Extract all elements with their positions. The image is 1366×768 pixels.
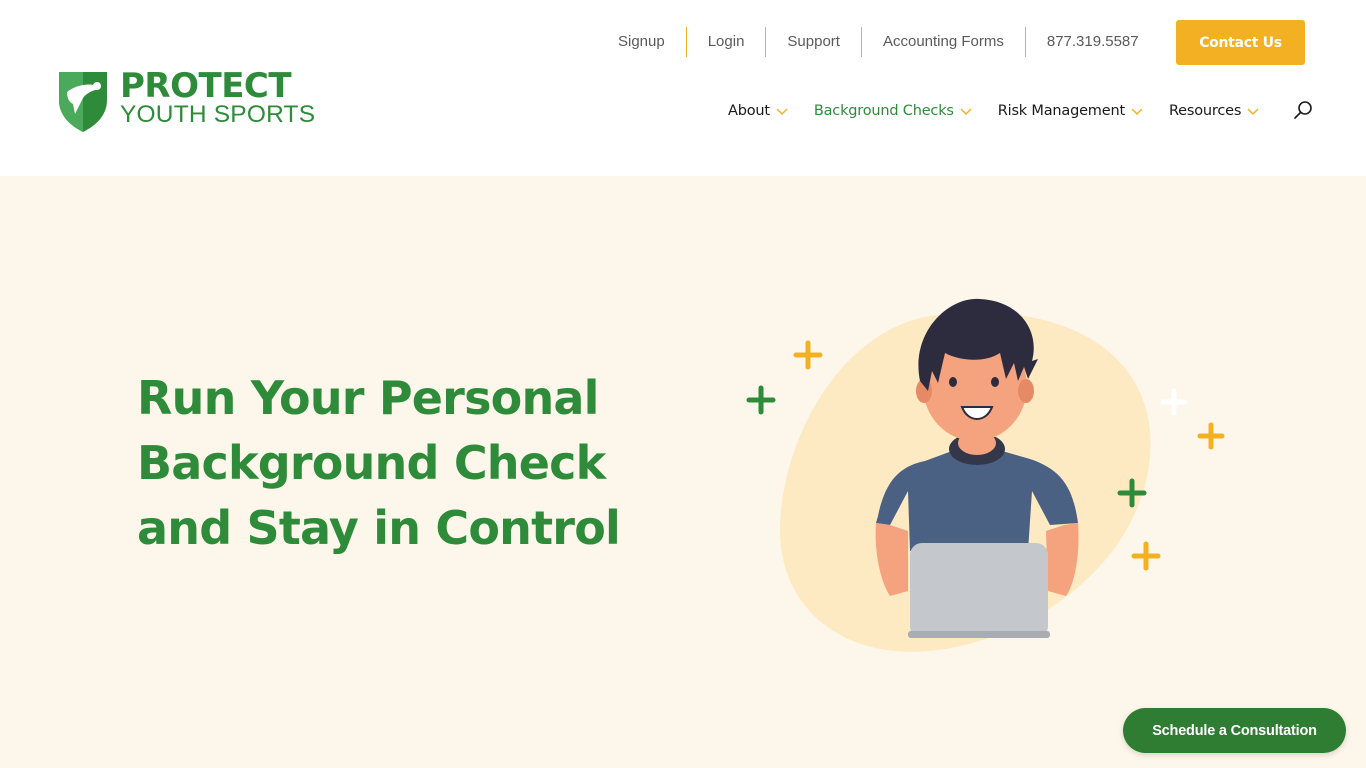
chevron-down-icon xyxy=(776,108,788,116)
phone-link[interactable]: 877.319.5587 xyxy=(1024,27,1160,57)
nav-item-about[interactable]: About xyxy=(728,103,788,119)
plus-icon xyxy=(1131,541,1161,571)
shield-logo-icon xyxy=(59,72,107,132)
main-nav: About Background Checks Risk Management … xyxy=(728,99,1285,123)
hero-title: Run Your Personal Background Check and S… xyxy=(137,366,697,561)
search-icon[interactable] xyxy=(1293,99,1315,121)
hero-title-line: and Stay in Control xyxy=(137,501,621,555)
nav-item-background-checks[interactable]: Background Checks xyxy=(814,103,972,119)
plus-icon xyxy=(1160,388,1188,416)
site-header: PROTECT YOUTH SPORTS Signup Login Suppor… xyxy=(0,0,1366,176)
utility-nav: Signup Login Support Accounting Forms 87… xyxy=(600,27,1160,57)
hero-section: Run Your Personal Background Check and S… xyxy=(0,176,1366,768)
person-laptop-illustration xyxy=(746,298,1225,652)
nav-item-resources[interactable]: Resources xyxy=(1169,103,1259,119)
nav-item-label: About xyxy=(728,103,770,119)
hero-title-line: Background Check xyxy=(137,436,606,490)
site-logo[interactable]: PROTECT YOUTH SPORTS xyxy=(57,66,317,134)
chevron-down-icon xyxy=(1247,108,1259,116)
chevron-down-icon xyxy=(1131,108,1143,116)
contact-us-button[interactable]: Contact Us xyxy=(1176,20,1305,65)
plus-icon xyxy=(746,385,776,415)
nav-item-label: Resources xyxy=(1168,103,1242,119)
login-link[interactable]: Login xyxy=(685,27,766,57)
schedule-consultation-button[interactable]: Schedule a Consultation xyxy=(1123,708,1346,753)
chevron-down-icon xyxy=(960,108,972,116)
nav-item-label: Background Checks xyxy=(813,103,954,119)
hero-title-line: Run Your Personal xyxy=(137,371,599,425)
logo-wordmark-top: PROTECT xyxy=(120,66,292,106)
logo-wordmark-bottom: YOUTH SPORTS xyxy=(120,101,316,128)
accounting-forms-link[interactable]: Accounting Forms xyxy=(860,27,1025,57)
support-link[interactable]: Support xyxy=(765,27,861,57)
plus-icon xyxy=(793,340,823,370)
nav-item-risk-management[interactable]: Risk Management xyxy=(998,103,1143,119)
plus-icon xyxy=(1197,422,1225,450)
nav-item-label: Risk Management xyxy=(997,103,1125,119)
signup-link[interactable]: Signup xyxy=(600,27,686,57)
